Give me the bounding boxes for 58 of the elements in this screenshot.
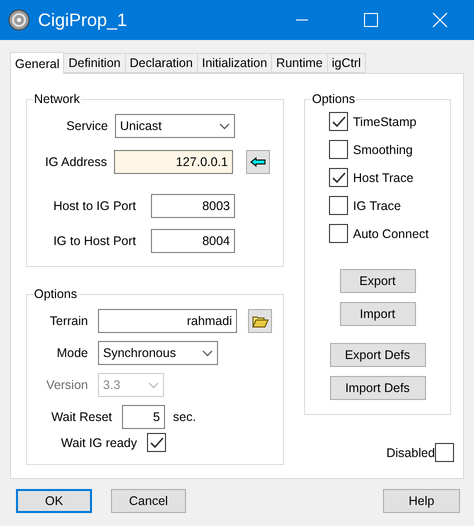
dropdown[interactable]: Unicast (115, 114, 235, 138)
dialog-button[interactable]: Cancel (111, 489, 186, 513)
input-field[interactable]: 5 (122, 405, 165, 429)
field-label: IG to Host Port (53, 234, 136, 248)
tab[interactable]: Initialization (196, 53, 272, 73)
folder-button[interactable] (248, 309, 272, 333)
tab[interactable]: igCtrl (326, 53, 366, 73)
dialog-button[interactable]: OK (16, 489, 92, 513)
tab[interactable]: Declaration (124, 53, 198, 73)
close-icon (432, 12, 448, 28)
window-title: CigiProp_1 (38, 10, 128, 30)
tab[interactable]: General (10, 52, 64, 74)
field-label: Host to IG Port (53, 199, 136, 213)
checkbox-label: IG Trace (353, 198, 401, 212)
action-button[interactable]: Import (340, 302, 416, 326)
action-button[interactable]: Import Defs (330, 376, 426, 400)
checkbox-label: Disabled (386, 446, 435, 460)
group-title: Options (311, 92, 356, 106)
maximize-icon (364, 13, 378, 27)
input-field[interactable]: 8004 (151, 229, 235, 253)
folder-icon (252, 314, 268, 328)
input-field[interactable]: 127.0.0.1 (114, 150, 233, 174)
unit-label: sec. (173, 410, 196, 424)
tab[interactable]: Runtime (271, 53, 328, 73)
minimize-icon (296, 19, 308, 21)
action-button[interactable]: Export (340, 269, 416, 293)
input-field[interactable]: rahmadi (98, 309, 237, 333)
checkbox[interactable] (147, 433, 166, 452)
app-icon (8, 9, 30, 31)
action-button[interactable]: Export Defs (330, 343, 426, 367)
field-label: Wait IG ready (60, 436, 138, 450)
checkbox-label: Smoothing (353, 142, 413, 156)
tab[interactable]: Definition (63, 53, 126, 73)
checkbox[interactable] (329, 112, 348, 131)
checkbox-label: Host Trace (353, 170, 414, 184)
checkbox[interactable] (329, 196, 348, 215)
field-label: Version (45, 378, 89, 392)
field-label: Wait Reset (50, 410, 113, 424)
dropdown[interactable]: Synchronous (98, 341, 218, 365)
checkbox-label: TimeStamp (353, 114, 416, 128)
chevron-icon (148, 382, 159, 388)
checkbox-label: Auto Connect (353, 226, 429, 240)
arrow-left-icon (250, 157, 266, 167)
checkbox[interactable] (329, 168, 348, 187)
input-field[interactable]: 8003 (151, 194, 235, 218)
field-label: IG Address (45, 155, 107, 169)
field-label: Service (66, 119, 108, 133)
field-label: Mode (56, 346, 89, 360)
dialog-button[interactable]: Help (383, 489, 460, 513)
chevron-icon (219, 122, 230, 130)
field-label: Terrain (48, 314, 89, 328)
arrow-left-button[interactable] (246, 150, 270, 174)
checkbox[interactable] (329, 224, 348, 243)
group-title: Network (33, 92, 81, 106)
group-title: Options (33, 287, 78, 301)
checkbox[interactable] (435, 443, 454, 462)
checkbox[interactable] (329, 140, 348, 159)
chevron-icon (202, 350, 213, 356)
